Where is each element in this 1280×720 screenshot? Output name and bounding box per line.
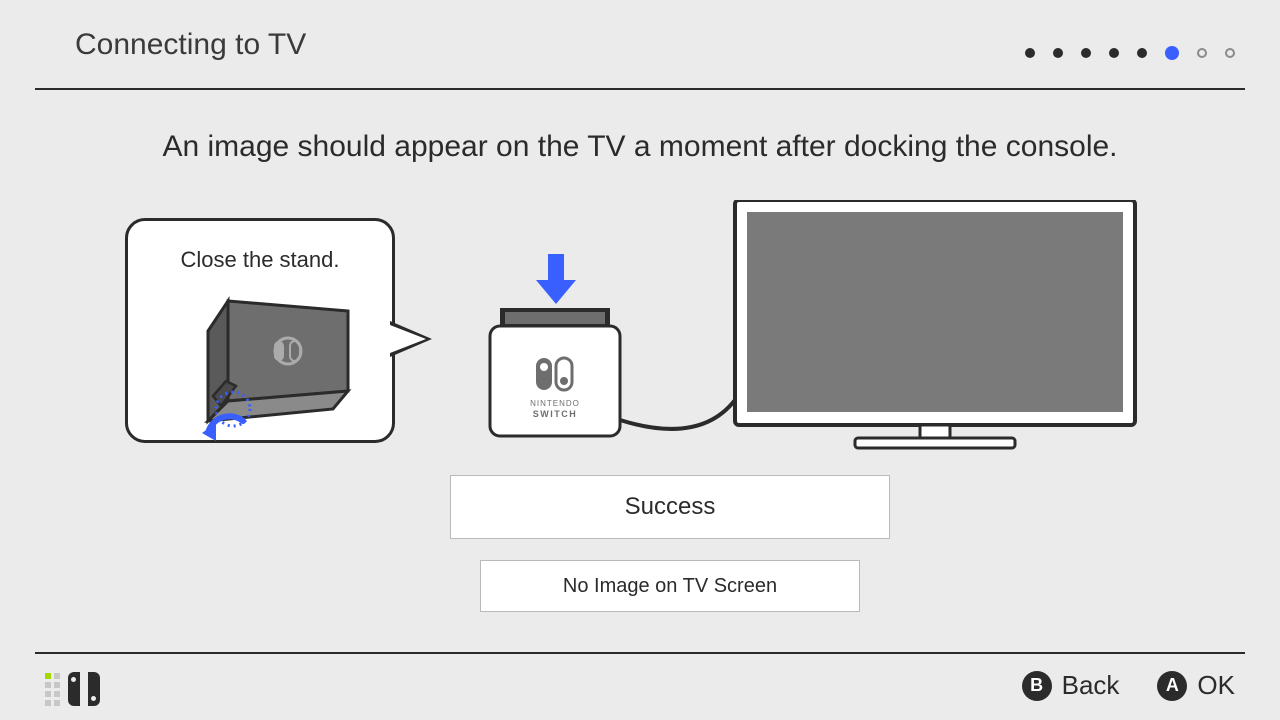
progress-dots (1025, 46, 1235, 60)
step-dot (1109, 48, 1119, 58)
dock-brand-bottom: SWITCH (533, 409, 578, 419)
arrow-down-icon (536, 254, 576, 304)
page-title: Connecting to TV (75, 28, 306, 62)
joycon-left-icon (68, 672, 80, 706)
player-led-icon (45, 673, 60, 706)
hdmi-cable-icon (620, 400, 735, 429)
no-image-button-label: No Image on TV Screen (563, 575, 777, 598)
instruction-text: An image should appear on the TV a momen… (0, 130, 1280, 164)
step-dot-upcoming (1225, 48, 1235, 58)
footer-actions: B Back A OK (1022, 670, 1235, 701)
success-button-label: Success (625, 493, 716, 521)
step-dot-upcoming (1197, 48, 1207, 58)
illustration-area: Close the stand. (0, 200, 1280, 460)
no-image-button[interactable]: No Image on TV Screen (480, 560, 860, 612)
back-label: Back (1062, 670, 1120, 701)
step-dot (1081, 48, 1091, 58)
a-button-icon: A (1157, 671, 1187, 701)
success-button[interactable]: Success (450, 475, 890, 539)
b-button-icon: B (1022, 671, 1052, 701)
step-dot-active (1165, 46, 1179, 60)
dock-brand-top: NINTENDO (530, 399, 580, 408)
switch-dock-icon: NINTENDO SWITCH (490, 308, 620, 436)
ok-button[interactable]: A OK (1157, 670, 1235, 701)
footer: B Back A OK (35, 652, 1245, 720)
joycon-right-icon (88, 672, 100, 706)
tv-icon (735, 200, 1135, 448)
back-button[interactable]: B Back (1022, 670, 1120, 701)
dock-tv-diagram: NINTENDO SWITCH (0, 200, 1280, 460)
header: Connecting to TV (35, 0, 1245, 90)
controller-indicator (45, 672, 100, 706)
step-dot (1053, 48, 1063, 58)
ok-label: OK (1197, 670, 1235, 701)
step-dot (1025, 48, 1035, 58)
step-dot (1137, 48, 1147, 58)
